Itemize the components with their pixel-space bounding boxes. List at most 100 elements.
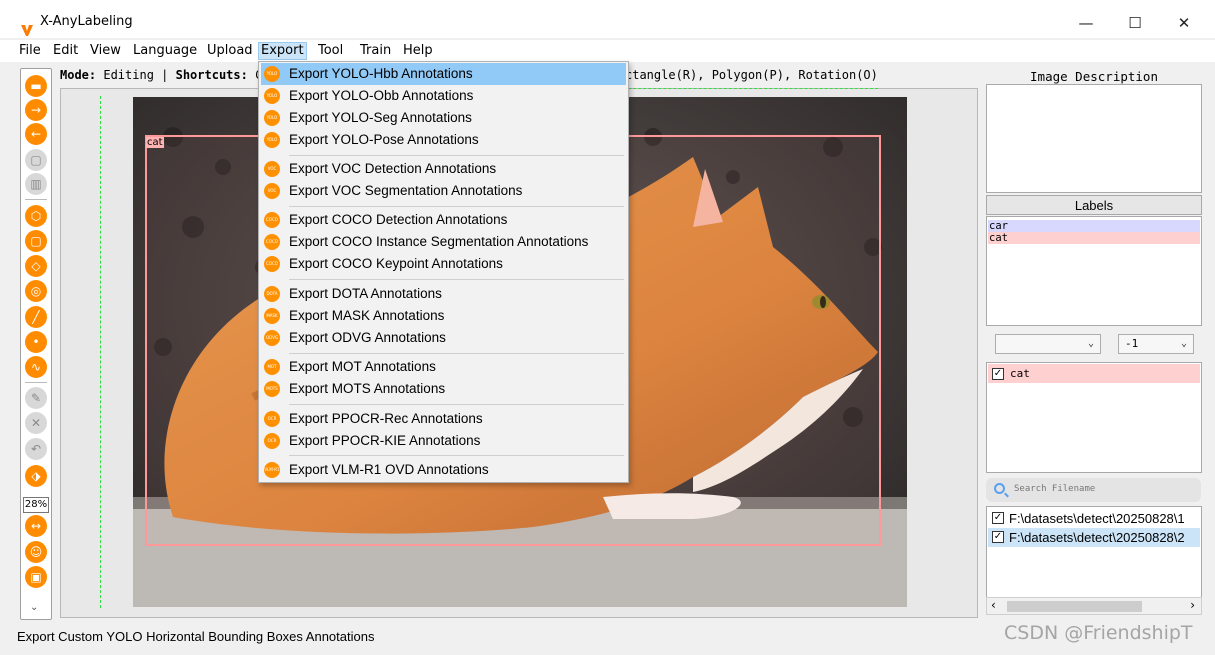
menu-tool[interactable]: Tool [316,42,345,60]
export-voc-detection[interactable]: VOC Export VOC Detection Annotations [261,158,626,180]
menu-view[interactable]: View [88,42,123,60]
export-yolo-pose[interactable]: YOLO Export YOLO-Pose Annotations [261,129,626,151]
export-mot[interactable]: MOT Export MOT Annotations [261,356,626,378]
undo-icon[interactable]: ↶ [25,438,47,460]
export-coco-instance-seg[interactable]: COCO Export COCO Instance Segmentation An… [261,231,626,253]
export-yolo-seg[interactable]: YOLO Export YOLO-Seg Annotations [261,107,626,129]
watermark: CSDN @FriendshipT [1004,622,1193,644]
menu-separator [289,455,624,456]
maximize-button[interactable]: ☐ [1120,10,1150,36]
image-description-title: Image Description [1030,69,1158,84]
circle-icon[interactable]: ◎ [25,280,47,302]
mask-icon: MASK [264,308,280,324]
app-logo-icon [21,25,33,36]
export-ppocr-kie[interactable]: OCR Export PPOCR-KIE Annotations [261,430,626,452]
export-menu: YOLO Export YOLO-Hbb Annotations YOLO Expo… [258,61,629,483]
menu-export[interactable]: Export [258,42,307,60]
mots-icon: MOTS [264,381,280,397]
menu-help[interactable]: Help [401,42,435,60]
minimize-button[interactable]: — [1071,10,1101,36]
next-image-icon[interactable]: → [25,99,47,121]
menu-upload[interactable]: Upload [205,42,255,60]
edit-icon[interactable]: ✎ [25,387,47,409]
menu-separator [289,206,624,207]
search-icon [994,483,1005,494]
label-list: car cat [986,216,1202,326]
save-icon[interactable]: ▢ [25,149,47,171]
image-description-textbox[interactable] [986,84,1202,193]
file-list-scrollbar[interactable]: ‹ › [986,597,1202,615]
export-vlm-r1-ovd[interactable]: VLM-R1 Export VLM-R1 OVD Annotations [261,459,626,481]
open-dir-icon[interactable]: ▬ [25,75,47,97]
scrollbar-thumb[interactable] [1007,601,1142,612]
menu-train[interactable]: Train [358,42,393,60]
menu-separator [289,404,624,405]
export-odvg[interactable]: ODVG Export ODVG Annotations [261,327,626,349]
file-checkbox[interactable]: ✓ [992,512,1004,524]
delete-shape-icon[interactable]: ✕ [25,412,47,434]
export-mots[interactable]: MOTS Export MOTS Annotations [261,378,626,400]
linestrip-icon[interactable]: ∿ [25,356,47,378]
mode-label: Mode: [60,68,97,82]
point-icon[interactable]: • [25,331,47,353]
chevron-down-icon[interactable]: ⌄ [30,602,38,613]
shape-checkbox[interactable]: ✓ [992,368,1004,380]
file-item[interactable]: ✓ F:\datasets\detect\20250828\1 [988,509,1200,528]
export-yolo-hbb[interactable]: YOLO Export YOLO-Hbb Annotations [261,63,626,85]
chevron-down-icon: ⌄ [1087,338,1094,349]
window-top-edge [0,0,1215,8]
yolo-icon: YOLO [264,88,280,104]
brush-icon[interactable]: ⬗ [25,465,47,487]
export-coco-keypoint[interactable]: COCO Export COCO Keypoint Annotations [261,253,626,275]
shortcuts-label: Shortcuts: [175,68,248,82]
yolo-icon: YOLO [264,66,280,82]
mode-value: Editing | [96,68,176,82]
line-icon[interactable]: ╱ [25,306,47,328]
voc-icon: VOC [264,161,280,177]
ocr-icon: OCR [264,433,280,449]
file-checkbox[interactable]: ✓ [992,531,1004,543]
polygon-icon[interactable]: ⬡ [25,205,47,227]
auto-label-icon[interactable]: ☺ [25,541,47,563]
yolo-icon: YOLO [264,110,280,126]
rectangle-icon[interactable]: ▢ [25,230,47,252]
export-yolo-obb[interactable]: YOLO Export YOLO-Obb Annotations [261,85,626,107]
search-placeholder: Search Filename [1014,484,1096,494]
label-item-cat[interactable]: cat [988,232,1200,244]
chevron-down-icon: ⌄ [1180,338,1187,349]
crosshair-guide [100,96,101,608]
menu-edit[interactable]: Edit [51,42,80,60]
scroll-right-icon[interactable]: › [1190,598,1195,612]
zoom-level[interactable]: 28% [23,497,49,513]
close-button[interactable]: ✕ [1169,10,1199,36]
odvg-icon: ODVG [264,330,280,346]
menu-separator [289,279,624,280]
shape-item-cat[interactable]: ✓ cat [988,364,1200,383]
labels-title: Labels [1074,198,1114,213]
export-voc-segmentation[interactable]: VOC Export VOC Segmentation Annotations [261,180,626,202]
labels-header: Labels [986,195,1202,215]
label-item-car[interactable]: car [988,220,1200,232]
left-toolbar: ▬ → ← ▢ ▥ ⬡ ▢ ◇ ◎ ╱ • ∿ ✎ ✕ ↶ ⬗ 28% ↔ ☺ … [20,68,52,620]
difficult-select[interactable]: -1 ⌄ [1118,334,1194,354]
export-dota[interactable]: DOTA Export DOTA Annotations [261,283,626,305]
delete-file-icon[interactable]: ▥ [25,173,47,195]
file-item[interactable]: ✓ F:\datasets\detect\20250828\2 [988,528,1200,547]
mot-icon: MOT [264,359,280,375]
coco-icon: COCO [264,234,280,250]
rotation-icon[interactable]: ◇ [25,255,47,277]
menu-language[interactable]: Language [131,42,199,60]
prev-image-icon[interactable]: ← [25,123,47,145]
export-coco-detection[interactable]: COCO Export COCO Detection Annotations [261,209,626,231]
group-id-select[interactable]: ⌄ [995,334,1101,354]
crosshair-guide [628,88,878,89]
search-filename-input[interactable]: Search Filename [986,478,1201,502]
export-ppocr-rec[interactable]: OCR Export PPOCR-Rec Annotations [261,408,626,430]
image-icon[interactable]: ▣ [25,566,47,588]
shape-item-label: cat [1010,367,1030,380]
menu-file[interactable]: File [17,42,43,60]
export-mask[interactable]: MASK Export MASK Annotations [261,305,626,327]
scroll-left-icon[interactable]: ‹ [991,598,996,612]
fit-width-icon[interactable]: ↔ [25,515,47,537]
title-bar: X-AnyLabeling — ☐ ✕ [0,8,1215,38]
